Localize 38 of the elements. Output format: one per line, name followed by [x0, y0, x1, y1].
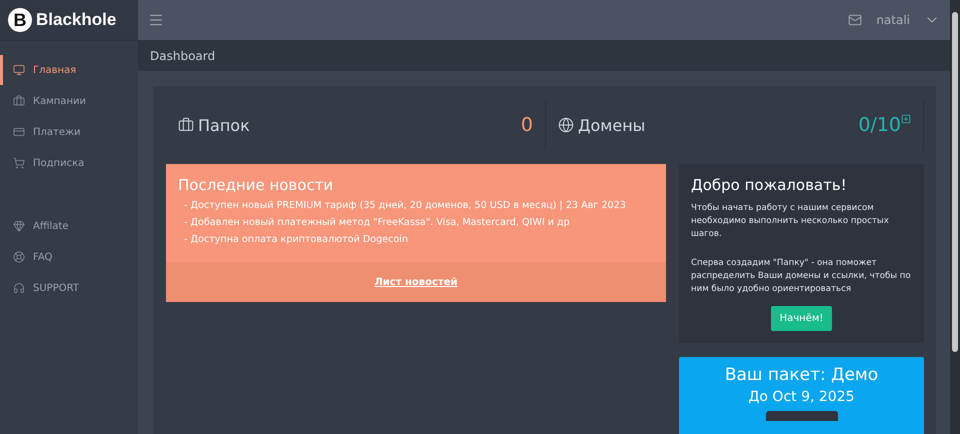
scrollbar[interactable]	[950, 0, 960, 434]
briefcase-icon	[178, 117, 194, 133]
briefcase-icon	[13, 95, 25, 107]
logo-text: Blackhole	[36, 10, 116, 30]
gem-icon	[13, 220, 25, 232]
page-title: Dashboard	[150, 48, 216, 62]
news-title: Последние новости	[178, 176, 334, 194]
cart-icon	[13, 157, 25, 169]
news-item: - Добавлен новый платежный метод "FreeKassa". Visa, Mastercard, QIWI и др	[183, 216, 571, 230]
sidebar-item[interactable]: Подписка	[0, 148, 138, 178]
start-button[interactable]: Начнём!	[770, 306, 832, 331]
news-link[interactable]: Лист новостей	[374, 276, 458, 288]
welcome-text: Сперва создадим "Папку" - она поможет распределить Ваши домены и ссылки, чтобы по ним было удобно ориентироваться	[691, 257, 912, 296]
welcome-title: Добро пожаловать!	[691, 176, 848, 194]
add-icon[interactable]	[901, 114, 911, 124]
stat-value: 0/10	[858, 114, 901, 136]
welcome-text: Чтобы начать работу с нашим сервисом необходимо выполнить несколько простых шагов.	[691, 202, 890, 241]
mail-icon[interactable]	[848, 13, 862, 27]
sidebar-item[interactable]: FAQ	[0, 242, 138, 272]
sidebar-item[interactable]: Affilate	[0, 211, 138, 241]
stat-label: Папок	[198, 116, 250, 134]
news-item: - Доступен новый PREMIUM тариф (35 дней, 20 доменов, 50 USD в месяц) | 23 Авг 2023	[183, 199, 627, 213]
headset-icon	[13, 282, 25, 294]
menu-icon[interactable]	[148, 12, 164, 28]
package-expiry: До Oct 9, 2025	[748, 389, 855, 405]
news-item: - Доступна оплата криптовалютой Dogecoin	[183, 233, 410, 247]
user-name[interactable]: natali	[876, 13, 910, 27]
stat-label: Домены	[578, 116, 646, 134]
sidebar-item[interactable]: SUPPORT	[0, 273, 138, 303]
logo-mark: B	[8, 8, 32, 32]
monitor-icon	[13, 64, 25, 76]
sidebar-item[interactable]: Кампании	[0, 86, 138, 116]
card-icon	[13, 126, 25, 138]
sidebar-item[interactable]: Платежи	[0, 117, 138, 147]
package-title: Ваш пакет: Демо	[724, 365, 878, 385]
lifebuoy-icon	[13, 251, 25, 263]
stat-value: 0	[520, 114, 533, 136]
globe-icon	[558, 117, 574, 133]
